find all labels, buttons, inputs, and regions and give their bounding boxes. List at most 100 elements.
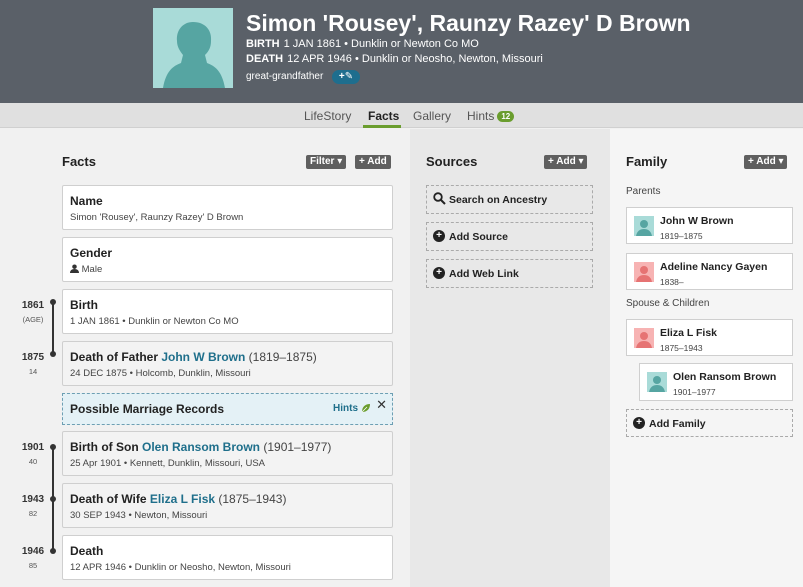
parents-label: Parents xyxy=(626,186,661,197)
fact-title: Birth of Son Olen Ransom Brown (1901–197… xyxy=(70,440,331,454)
fact-detail: 30 SEP 1943 • Newton, Missouri xyxy=(70,510,208,521)
family-member-card[interactable]: Eliza L Fisk 1875–1943 xyxy=(626,319,793,356)
fact-title-prefix: Death of Father xyxy=(70,350,162,364)
plus-circle-icon: + xyxy=(433,267,445,279)
relationship-label: great-grandfather xyxy=(246,71,324,82)
add-web-link-button[interactable]: + Add Web Link xyxy=(426,259,593,288)
fact-detail: Male xyxy=(70,264,102,275)
fact-card-name[interactable]: Name Simon 'Rousey', Raunzy Razey' D Bro… xyxy=(62,185,393,230)
timeline-age: 85 xyxy=(28,561,38,570)
family-member-name: Adeline Nancy Gayen xyxy=(660,261,768,273)
male-avatar-icon xyxy=(647,372,667,392)
fact-detail: 25 Apr 1901 • Kennett, Dunklin, Missouri… xyxy=(70,458,266,469)
person-icon xyxy=(70,264,79,273)
add-fact-button[interactable]: + Add xyxy=(355,155,391,169)
timeline-year: 1861 xyxy=(21,300,45,311)
family-member-dates: 1838– xyxy=(660,277,684,287)
death-summary: DEATH 12 APR 1946 • Dunklin or Neosho, Ne… xyxy=(246,53,543,65)
fact-card-gender[interactable]: Gender Male xyxy=(62,237,393,282)
family-member-card[interactable]: John W Brown 1819–1875 xyxy=(626,207,793,244)
birth-value: 1 JAN 1861 • Dunklin or Newton Co MO xyxy=(283,38,479,50)
tab-hints-label: Hints xyxy=(467,109,495,123)
fact-card-death-of-wife[interactable]: Death of Wife Eliza L Fisk (1875–1943) 3… xyxy=(62,483,393,528)
leaf-icon xyxy=(361,404,370,413)
son-link[interactable]: Olen Ransom Brown xyxy=(142,440,260,454)
male-avatar-icon xyxy=(634,216,654,236)
tab-bar: LifeStory Facts Gallery Hints 12 xyxy=(0,103,803,128)
family-member-dates: 1819–1875 xyxy=(660,231,703,241)
fact-title-years: (1875–1943) xyxy=(215,492,287,506)
fact-card-death[interactable]: Death 12 APR 1946 • Dunklin or Neosho, N… xyxy=(62,535,393,580)
fact-title: Birth xyxy=(70,298,98,312)
profile-photo[interactable] xyxy=(153,8,233,88)
timeline-year: 1943 xyxy=(21,494,45,505)
fact-title: Gender xyxy=(70,246,113,260)
person-silhouette-icon xyxy=(163,22,225,88)
search-on-ancestry-label: Search on Ancestry xyxy=(449,194,548,206)
add-source-label: Add Source xyxy=(449,231,508,243)
fact-card-birth[interactable]: Birth 1 JAN 1861 • Dunklin or Newton Co … xyxy=(62,289,393,334)
add-family-menu-button[interactable]: + Add ▾ xyxy=(744,155,788,169)
female-avatar-icon xyxy=(634,328,654,348)
possible-marriage-records-hint[interactable]: Possible Marriage Records Hints ✕ xyxy=(62,393,393,425)
facts-title: Facts xyxy=(62,154,96,169)
fact-detail: Simon 'Rousey', Raunzy Razey' D Brown xyxy=(70,212,244,223)
search-icon xyxy=(433,192,446,205)
plus-circle-icon: + xyxy=(433,230,445,242)
wife-link[interactable]: Eliza L Fisk xyxy=(150,492,215,506)
tab-facts[interactable]: Facts xyxy=(368,109,399,123)
fact-detail: 24 DEC 1875 • Holcomb, Dunklin, Missouri xyxy=(70,368,251,379)
fact-title-prefix: Death of Wife xyxy=(70,492,150,506)
timeline-year: 1946 xyxy=(21,546,45,557)
birth-summary: BIRTH 1 JAN 1861 • Dunklin or Newton Co M… xyxy=(246,38,479,50)
death-value: 12 APR 1946 • Dunklin or Neosho, Newton,… xyxy=(287,53,543,65)
family-column xyxy=(610,129,803,587)
family-member-name: Olen Ransom Brown xyxy=(673,371,777,383)
fact-card-death-of-father[interactable]: Death of Father John W Brown (1819–1875)… xyxy=(62,341,393,386)
spouse-children-label: Spouse & Children xyxy=(626,298,710,309)
hints-count-badge: 12 xyxy=(497,111,515,122)
add-family-button[interactable]: + Add Family xyxy=(626,409,793,437)
fact-card-birth-of-son[interactable]: Birth of Son Olen Ransom Brown (1901–197… xyxy=(62,431,393,476)
dismiss-hint-button[interactable]: ✕ xyxy=(376,397,387,413)
family-member-dates: 1901–1977 xyxy=(673,387,716,397)
plus-circle-icon: + xyxy=(633,417,645,429)
timeline-age: (AGE) xyxy=(22,315,44,324)
timeline-year: 1901 xyxy=(21,442,45,453)
search-on-ancestry-button[interactable]: Search on Ancestry xyxy=(426,185,593,214)
fact-title: Death of Wife Eliza L Fisk (1875–1943) xyxy=(70,492,286,506)
fact-title-years: (1819–1875) xyxy=(245,350,317,364)
add-source-button[interactable]: + Add Source xyxy=(426,222,593,251)
filter-button[interactable]: Filter ▾ xyxy=(306,155,347,169)
edit-relationship-button[interactable]: +✎ xyxy=(332,70,360,84)
father-link[interactable]: John W Brown xyxy=(161,350,245,364)
tab-lifestory[interactable]: LifeStory xyxy=(304,109,351,123)
tab-hints[interactable]: Hints 12 xyxy=(467,109,515,123)
fact-title: Death of Father John W Brown (1819–1875) xyxy=(70,350,317,364)
family-member-card[interactable]: Adeline Nancy Gayen 1838– xyxy=(626,253,793,290)
timeline-age: 14 xyxy=(28,367,38,376)
family-member-card[interactable]: Olen Ransom Brown 1901–1977 xyxy=(639,363,793,401)
fact-detail: 12 APR 1946 • Dunklin or Neosho, Newton,… xyxy=(70,562,291,573)
fact-title-prefix: Birth of Son xyxy=(70,440,142,454)
fact-title-years: (1901–1977) xyxy=(260,440,332,454)
tab-gallery[interactable]: Gallery xyxy=(413,109,451,123)
timeline-age: 82 xyxy=(28,509,38,518)
fact-detail: 1 JAN 1861 • Dunklin or Newton Co MO xyxy=(70,316,239,327)
birth-label: BIRTH xyxy=(246,38,280,50)
family-member-name: John W Brown xyxy=(660,215,734,227)
fact-title: Death xyxy=(70,544,104,558)
fact-title: Name xyxy=(70,194,103,208)
female-avatar-icon xyxy=(634,262,654,282)
add-source-menu-button[interactable]: + Add ▾ xyxy=(544,155,588,169)
death-label: DEATH xyxy=(246,53,284,65)
gender-value: Male xyxy=(81,264,103,275)
sources-title: Sources xyxy=(426,154,478,169)
family-member-dates: 1875–1943 xyxy=(660,343,703,353)
timeline-age: 40 xyxy=(28,457,38,466)
person-header: Simon 'Rousey', Raunzy Razey' D Brown BI… xyxy=(0,0,803,103)
add-family-label: Add Family xyxy=(649,418,706,430)
family-member-name: Eliza L Fisk xyxy=(660,327,717,339)
hints-link[interactable]: Hints xyxy=(333,403,358,414)
family-title: Family xyxy=(626,154,668,169)
